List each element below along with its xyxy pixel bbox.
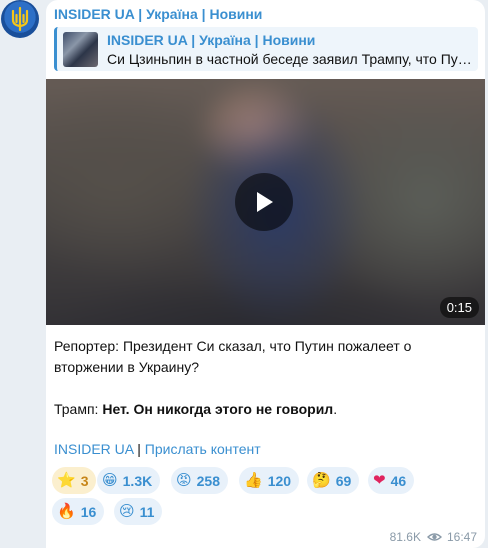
thumbs-up-icon: 👍 [244, 471, 263, 489]
angry-icon: 😡 [176, 471, 192, 489]
eye-icon [426, 533, 442, 541]
message-meta: 81.6K 16:47 [390, 530, 477, 544]
play-button[interactable] [235, 173, 293, 231]
reaction-thinking[interactable]: 🤔 69 [307, 467, 360, 494]
message-line-2: Трамп: Нет. Он никогда этого не говорил. [54, 399, 474, 420]
reaction-grin[interactable]: 😁 1.3K [97, 467, 161, 494]
reaction-count: 46 [390, 472, 407, 489]
reaction-count: 3 [80, 472, 89, 489]
message-line-1: Репортер: Президент Си сказал, что Путин… [54, 338, 412, 375]
reaction-angry[interactable]: 😡 258 [171, 467, 228, 494]
reply-title: INSIDER UA | Україна | Новини [107, 32, 316, 48]
reply-thumbnail [63, 32, 98, 67]
reaction-count: 16 [80, 503, 97, 520]
play-icon [257, 192, 273, 212]
reaction-count: 120 [267, 472, 292, 489]
reaction-fire[interactable]: 🔥 16 [52, 498, 105, 525]
submit-content-link[interactable]: Прислать контент [145, 441, 261, 457]
message-line-2-prefix: Трамп: [54, 401, 103, 417]
message-line-2-bold: Нет. Он никогда этого не говорил [102, 401, 334, 417]
grin-icon: 😁 [102, 471, 118, 489]
reply-text: Си Цзиньпин в частной беседе заявил Трам… [107, 51, 473, 67]
trident-icon [11, 6, 29, 32]
channel-link[interactable]: INSIDER UA [54, 441, 133, 457]
link-separator: | [133, 441, 145, 457]
cry-icon: 😢 [119, 502, 135, 520]
star-icon: ⭐ [57, 471, 76, 489]
video-player[interactable]: 0:15 [46, 79, 485, 325]
reaction-count: 11 [139, 503, 155, 520]
channel-name[interactable]: INSIDER UA | Україна | Новини [54, 6, 262, 22]
reaction-count: 258 [196, 472, 220, 489]
message-time: 16:47 [446, 530, 477, 544]
message-bubble: INSIDER UA | Україна | Новини INSIDER UA… [46, 0, 485, 548]
reaction-count: 69 [335, 472, 352, 489]
reaction-cry[interactable]: 😢 11 [114, 498, 163, 525]
video-duration: 0:15 [439, 297, 479, 318]
reaction-heart[interactable]: ❤ 46 [368, 467, 415, 494]
reaction-thumbs-up[interactable]: 👍 120 [239, 467, 300, 494]
message-text: Репортер: Президент Си сказал, что Путин… [54, 336, 474, 420]
reaction-count: 1.3K [122, 472, 153, 489]
reaction-star[interactable]: ⭐ 3 [52, 467, 97, 494]
fire-icon: 🔥 [57, 502, 76, 520]
message-line-2-suffix: . [333, 401, 338, 417]
heart-icon: ❤ [373, 471, 386, 489]
thinking-icon: 🤔 [312, 471, 331, 489]
view-count: 81.6K [389, 530, 421, 544]
channel-avatar[interactable] [1, 0, 39, 38]
footer-links: INSIDER UA | Прислать контент [54, 441, 261, 457]
reply-preview[interactable]: INSIDER UA | Україна | Новини Си Цзиньпи… [54, 27, 478, 71]
